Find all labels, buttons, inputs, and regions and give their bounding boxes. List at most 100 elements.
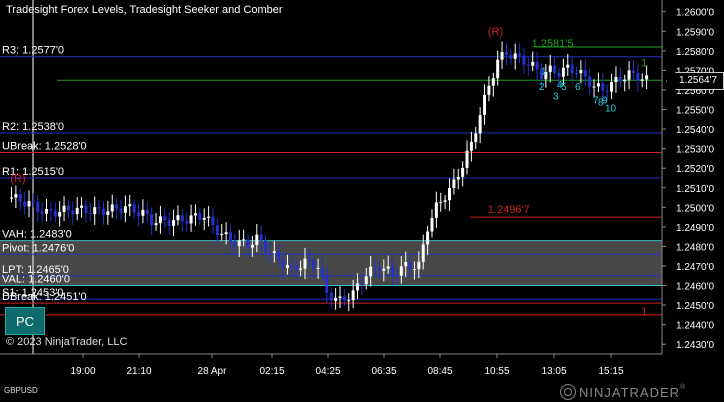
- bar-body-138: [614, 77, 618, 83]
- bar-body-89: [399, 266, 403, 276]
- bar-body-83: [373, 266, 377, 268]
- bar-body-33: [154, 223, 158, 226]
- chart-title: Tradesight Forex Levels, Tradesight Seek…: [6, 4, 283, 16]
- bar-body-78: [351, 290, 355, 301]
- bar-body-76: [342, 296, 346, 301]
- bar-body-44: [202, 217, 206, 220]
- bar-body-68: [307, 258, 311, 261]
- x-tick-label-2: 28 Apr: [198, 366, 228, 377]
- bar-body-14: [71, 210, 75, 215]
- ninjatrader-logo-icon: [560, 384, 576, 400]
- bar-body-123: [548, 65, 552, 73]
- bar-body-55: [250, 244, 254, 248]
- bar-body-27: [128, 204, 132, 207]
- bar-body-141: [627, 70, 631, 80]
- bar-body-144: [640, 79, 644, 81]
- bar-body-116: [518, 53, 522, 56]
- bar-body-57: [259, 234, 263, 241]
- bar-body-132: [588, 76, 592, 87]
- y-tick-label-5: 1.2550'0: [676, 106, 714, 117]
- bar-body-118: [526, 64, 530, 66]
- bar-body-85: [382, 268, 386, 271]
- bar-body-75: [338, 296, 342, 298]
- level-label-2: UBreak: 1.2528'0: [2, 141, 87, 153]
- level-label-5: Pivot: 1.2476'0: [2, 242, 74, 254]
- bar-body-20: [97, 207, 101, 209]
- bar-body-49: [224, 232, 228, 235]
- bar-body-64: [290, 265, 294, 267]
- bar-body-130: [579, 69, 583, 74]
- bar-body-79: [356, 283, 360, 291]
- bar-body-127: [566, 64, 570, 68]
- bar-body-102: [456, 176, 460, 180]
- bar-body-6: [36, 201, 40, 212]
- bar-body-99: [443, 200, 447, 202]
- instrument-symbol: GBPUSD: [4, 386, 38, 395]
- bar-body-80: [360, 283, 364, 285]
- bar-body-46: [211, 216, 215, 226]
- bar-body-10: [53, 210, 57, 217]
- bar-body-77: [347, 300, 351, 302]
- bar-body-125: [557, 72, 561, 77]
- y-tick-label-14: 1.2460'0: [676, 282, 714, 293]
- y-tick-label-9: 1.2510'0: [676, 184, 714, 195]
- bar-body-67: [303, 258, 307, 269]
- y-tick-label-17: 1.2430'0: [676, 340, 714, 351]
- ninjatrader-logo: NINJATRADER®: [560, 384, 686, 400]
- bar-body-113: [504, 52, 508, 55]
- bar-body-38: [176, 215, 180, 221]
- bar-body-74: [334, 297, 338, 301]
- bar-body-32: [150, 213, 154, 226]
- x-tick-label-7: 10:55: [484, 366, 509, 377]
- seeker-number-2: 2: [539, 82, 545, 93]
- bar-body-21: [101, 208, 105, 216]
- bar-body-73: [329, 292, 333, 301]
- annotation-0: (R): [488, 26, 503, 38]
- y-tick-label-1: 1.2590'0: [676, 27, 714, 38]
- x-tick-label-0: 19:00: [70, 366, 95, 377]
- x-tick-label-6: 08:45: [427, 366, 452, 377]
- x-tick-label-3: 02:15: [259, 366, 284, 377]
- bar-body-16: [80, 205, 84, 208]
- bar-body-41: [189, 215, 193, 224]
- pc-button[interactable]: PC: [5, 307, 45, 335]
- bar-body-124: [553, 65, 557, 73]
- bar-body-2: [18, 194, 22, 202]
- bar-body-101: [452, 179, 456, 189]
- y-tick-label-16: 1.2440'0: [676, 321, 714, 332]
- bar-body-110: [491, 78, 495, 86]
- bar-body-43: [198, 213, 202, 220]
- bar-body-84: [377, 267, 381, 271]
- bar-body-115: [513, 53, 517, 59]
- annotation-5: 1: [641, 306, 647, 318]
- bar-body-70: [316, 267, 320, 269]
- bar-body-13: [66, 205, 70, 211]
- brand-trademark: ®: [680, 384, 687, 391]
- bar-body-81: [364, 276, 368, 285]
- bar-body-112: [500, 52, 504, 60]
- seeker-number-1: 1: [541, 66, 547, 77]
- bar-body-117: [522, 55, 526, 65]
- bar-body-92: [412, 269, 416, 271]
- bar-body-136: [605, 90, 609, 92]
- bar-body-88: [395, 274, 399, 276]
- bar-body-98: [439, 201, 443, 203]
- y-tick-label-15: 1.2450'0: [676, 301, 714, 312]
- bar-body-72: [325, 274, 329, 293]
- bar-body-137: [610, 82, 614, 92]
- annotation-3: 1.2496'7: [488, 204, 530, 216]
- bar-body-50: [229, 232, 232, 242]
- bar-body-54: [246, 239, 250, 248]
- bar-body-53: [242, 239, 246, 241]
- bar-body-65: [294, 265, 298, 270]
- bar-body-62: [281, 259, 285, 268]
- level-label-1: R2: 1.2538'0: [2, 121, 64, 133]
- level-label-0: R3: 1.2577'0: [2, 45, 64, 57]
- bar-body-56: [255, 234, 259, 245]
- bar-body-128: [570, 64, 574, 74]
- level-label-7: VAL: 1.2460'0: [2, 274, 70, 286]
- bar-body-126: [561, 67, 565, 77]
- bar-body-36: [167, 220, 171, 226]
- bar-body-19: [93, 207, 97, 215]
- bar-body-48: [220, 234, 224, 236]
